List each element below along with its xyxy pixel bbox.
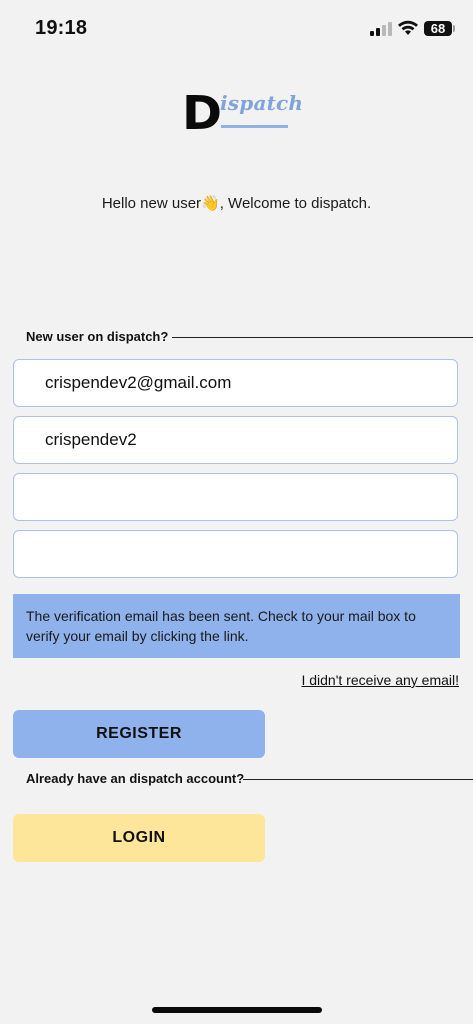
divider-line — [243, 779, 473, 780]
resend-email-link[interactable]: I didn't receive any email! — [301, 672, 459, 688]
verification-notice: The verification email has been sent. Ch… — [13, 594, 460, 658]
email-field[interactable]: crispendev2@gmail.com — [13, 359, 458, 407]
waving-hand-icon: 👋 — [201, 195, 220, 212]
logo-letter: D — [182, 86, 223, 140]
login-section-header: Already have an dispatch account? — [26, 769, 473, 789]
new-user-label: New user on dispatch? — [26, 329, 169, 344]
confirm-password-field[interactable] — [13, 530, 458, 578]
register-button[interactable]: REGISTER — [13, 710, 265, 758]
divider-line — [172, 337, 473, 338]
battery-tip — [453, 25, 455, 32]
battery-icon: 68 — [424, 21, 452, 36]
status-time: 19:18 — [35, 17, 88, 39]
existing-account-label: Already have an dispatch account? — [26, 771, 245, 786]
status-bar: 19:18 68 — [0, 0, 473, 58]
welcome-text-start: Hello new user — [101, 195, 202, 212]
home-indicator[interactable] — [152, 1007, 322, 1013]
new-user-section-header: New user on dispatch? — [26, 327, 473, 347]
app-logo: D ispatch — [182, 86, 303, 140]
welcome-text-end: , Welcome to dispatch. — [219, 195, 372, 212]
logo-underline — [221, 125, 288, 128]
logo-wordmark: ispatch — [220, 91, 304, 115]
wifi-icon — [398, 20, 418, 35]
password-field[interactable] — [13, 473, 458, 521]
username-field[interactable]: crispendev2 — [13, 416, 458, 464]
welcome-message: Hello new user👋, Welcome to dispatch. — [0, 194, 473, 212]
login-button[interactable]: LOGIN — [13, 814, 265, 862]
cellular-signal-icon — [370, 22, 392, 36]
